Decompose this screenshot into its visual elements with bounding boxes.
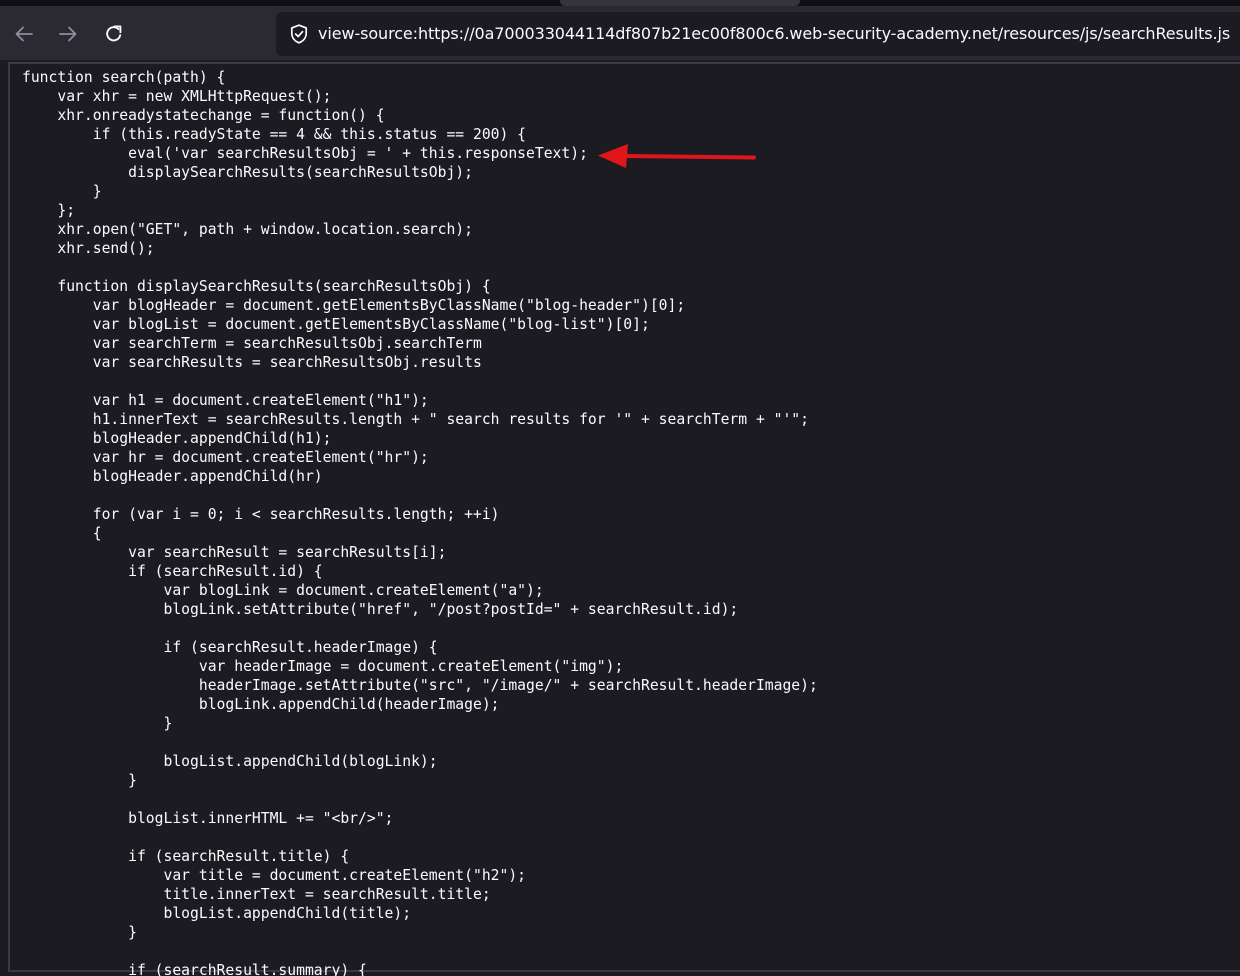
source-line — [22, 828, 818, 847]
shield-check-icon[interactable] — [288, 23, 310, 45]
source-line — [22, 942, 818, 961]
source-line — [22, 486, 818, 505]
source-line: blogList.appendChild(blogLink); — [22, 753, 438, 770]
source-line — [22, 733, 818, 752]
source-line: blogList.innerHTML += "<br/>"; — [22, 810, 394, 827]
source-line: blogList.appendChild(title); — [22, 905, 412, 922]
source-line: function displaySearchResults(searchResu… — [22, 278, 491, 295]
back-button[interactable] — [8, 18, 40, 50]
source-line: for (var i = 0; i < searchResults.length… — [22, 506, 500, 523]
source-line — [22, 258, 818, 277]
source-line: var xhr = new XMLHttpRequest(); — [22, 88, 332, 105]
source-line: xhr.onreadystatechange = function() { — [22, 107, 385, 124]
source-line: xhr.send(); — [22, 240, 155, 257]
source-line: if (searchResult.id) { — [22, 563, 323, 580]
tab-strip — [0, 0, 1240, 8]
url-text[interactable]: view-source:https://0a700033044114df807b… — [318, 24, 1230, 44]
source-line — [22, 619, 818, 638]
source-line: var h1 = document.createElement("h1"); — [22, 392, 429, 409]
source-line: xhr.open("GET", path + window.location.s… — [22, 221, 473, 238]
source-line: blogHeader.appendChild(hr) — [22, 468, 323, 485]
source-line: var blogList = document.getElementsByCla… — [22, 316, 650, 333]
source-line: } — [22, 183, 102, 200]
source-line: var headerImage = document.createElement… — [22, 658, 624, 675]
forward-arrow-icon — [59, 26, 77, 42]
source-line — [22, 372, 818, 391]
source-line: title.innerText = searchResult.title; — [22, 886, 491, 903]
source-line: if (searchResult.summary) { — [22, 962, 367, 976]
reload-button[interactable] — [98, 18, 130, 50]
url-host: https://0a700033044114df807b21ec00f800c6… — [417, 24, 998, 43]
source-line: headerImage.setAttribute("src", "/image/… — [22, 677, 818, 694]
navigation-toolbar: view-source:https://0a700033044114df807b… — [0, 8, 1240, 60]
source-line: blogLink.setAttribute("href", "/post?pos… — [22, 601, 739, 618]
red-annotation-arrow — [598, 144, 756, 168]
source-line — [22, 790, 818, 809]
url-path: /resources/js/searchResults.js — [997, 24, 1231, 43]
forward-button[interactable] — [52, 18, 84, 50]
source-line: var searchResult = searchResults[i]; — [22, 544, 447, 561]
reload-icon — [106, 25, 122, 42]
source-line: blogLink.appendChild(headerImage); — [22, 696, 500, 713]
url-scheme: view-source: — [318, 24, 418, 43]
address-bar[interactable]: view-source:https://0a700033044114df807b… — [276, 12, 1240, 56]
source-line: } — [22, 924, 137, 941]
source-line: var searchResults = searchResultsObj.res… — [22, 354, 482, 371]
source-line: }; — [22, 202, 76, 219]
source-line: var blogLink = document.createElement("a… — [22, 582, 544, 599]
source-line: if (searchResult.title) { — [22, 848, 350, 865]
source-line: blogHeader.appendChild(h1); — [22, 430, 332, 447]
source-line: { — [22, 525, 102, 542]
source-line: if (searchResult.headerImage) { — [22, 639, 438, 656]
source-line: var blogHeader = document.getElementsByC… — [22, 297, 686, 314]
browser-window: view-source:https://0a700033044114df807b… — [0, 0, 1240, 976]
source-line: h1.innerText = searchResults.length + " … — [22, 411, 809, 428]
source-code-view: function search(path) { var xhr = new XM… — [22, 68, 818, 976]
source-line: } — [22, 772, 137, 789]
source-line: var hr = document.createElement("hr"); — [22, 449, 429, 466]
source-line: var title = document.createElement("h2")… — [22, 867, 527, 884]
back-arrow-icon — [15, 26, 33, 42]
source-line: var searchTerm = searchResultsObj.search… — [22, 335, 482, 352]
source-line: } — [22, 715, 173, 732]
source-line: function search(path) { — [22, 69, 226, 86]
